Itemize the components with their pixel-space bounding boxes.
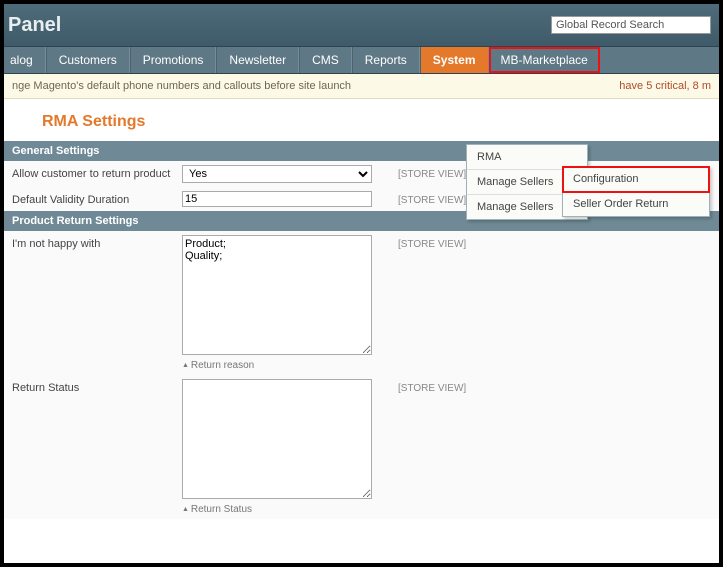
nav-cms[interactable]: CMS [299, 47, 352, 73]
product-return-form: I'm not happy with Product; Quality; Ret… [4, 231, 719, 519]
page-title: RMA Settings [42, 113, 145, 130]
nav-promotions[interactable]: Promotions [130, 47, 217, 73]
global-search-input[interactable] [551, 16, 711, 34]
notice-critical: have 5 critical, 8 m [619, 80, 711, 92]
hint-return-status: Return Status [182, 504, 382, 515]
label-return-status: Return Status [12, 379, 182, 394]
section-general-head: General Settings [4, 141, 719, 161]
main-nav: alog Customers Promotions Newsletter CMS… [4, 46, 719, 74]
panel-title: Panel [8, 14, 61, 37]
scope-not-happy-with: [STORE VIEW] [398, 235, 466, 250]
notice-text: nge Magento's default phone numbers and … [12, 80, 351, 92]
input-validity-duration[interactable] [182, 191, 372, 207]
page-title-row: RMA Settings [4, 99, 719, 141]
nav-system[interactable]: System [420, 47, 489, 73]
nav-customers[interactable]: Customers [46, 47, 130, 73]
submenu-configuration[interactable]: Configuration [563, 167, 709, 192]
notice-bar: nge Magento's default phone numbers and … [4, 74, 719, 99]
scope-allow-return: [STORE VIEW] [398, 165, 466, 180]
nav-mb-marketplace[interactable]: MB-Marketplace [489, 47, 600, 73]
row-return-status: Return Status Return Status [STORE VIEW] [4, 375, 719, 519]
label-allow-return: Allow customer to return product [12, 165, 182, 180]
label-validity-duration: Default Validity Duration [12, 191, 182, 206]
textarea-return-reason[interactable]: Product; Quality; [182, 235, 372, 355]
nav-catalog[interactable]: alog [4, 47, 46, 73]
textarea-return-status[interactable] [182, 379, 372, 499]
header-bar: Panel [4, 4, 719, 46]
scope-return-status: [STORE VIEW] [398, 379, 466, 394]
marketplace-submenu: Configuration Seller Order Return [562, 166, 710, 217]
scope-validity-duration: [STORE VIEW] [398, 191, 466, 206]
submenu-seller-order-return[interactable]: Seller Order Return [563, 192, 709, 216]
select-allow-return[interactable]: Yes [182, 165, 372, 183]
label-not-happy-with: I'm not happy with [12, 235, 182, 250]
nav-newsletter[interactable]: Newsletter [216, 47, 299, 73]
hint-return-reason: Return reason [182, 360, 382, 371]
nav-reports[interactable]: Reports [352, 47, 420, 73]
row-not-happy-with: I'm not happy with Product; Quality; Ret… [4, 231, 719, 375]
